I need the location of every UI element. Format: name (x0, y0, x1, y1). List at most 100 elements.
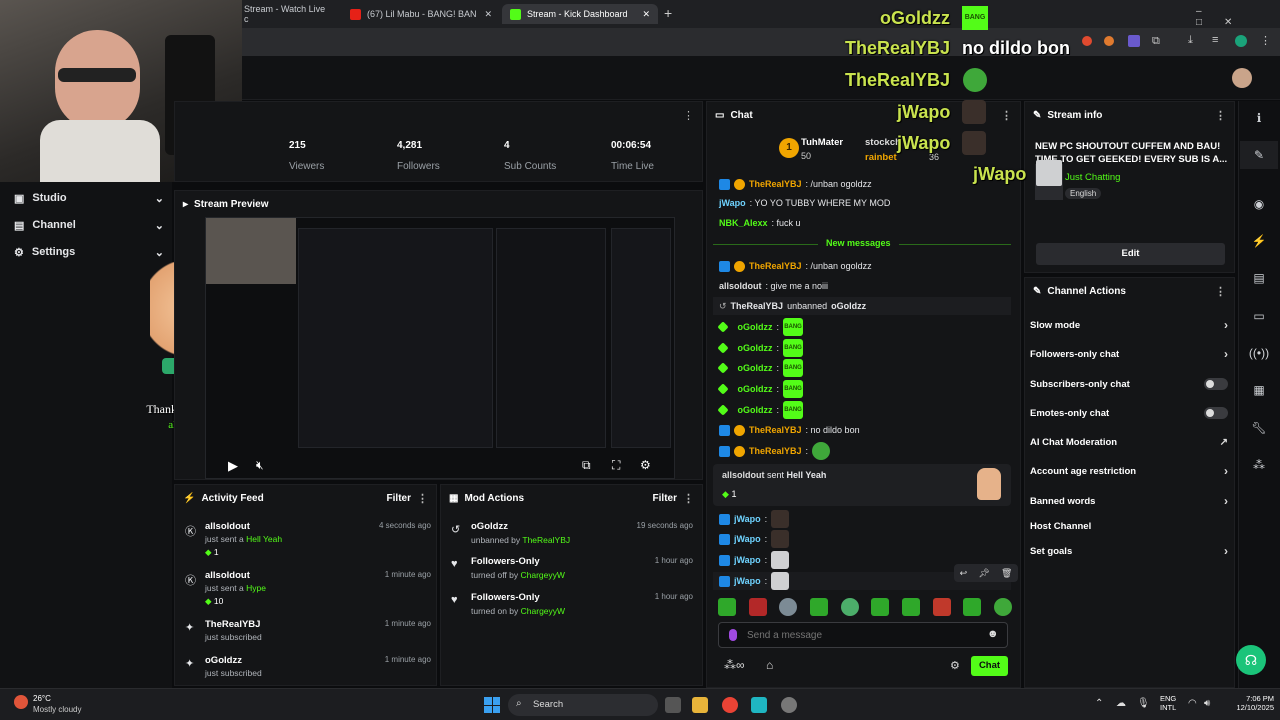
emoji-icon[interactable]: ☻ (987, 628, 999, 640)
emote-icon[interactable] (779, 598, 798, 616)
channel-action-emotes-only[interactable]: Emotes-only chat (1030, 404, 1228, 422)
reply-icon[interactable]: ↩ (960, 568, 968, 579)
channel-action-host-channel[interactable]: Host Channel (1030, 517, 1228, 535)
filter-button[interactable]: Filter (653, 493, 677, 504)
chevron-up-icon[interactable]: ⌃ (1095, 698, 1103, 709)
layout-icon[interactable]: ▦ (1240, 376, 1278, 404)
gear-icon[interactable]: ⚙ (950, 659, 960, 672)
volume-icon[interactable]: 🔊︎ (1204, 698, 1210, 709)
app-icon[interactable] (751, 697, 767, 713)
toggle-switch[interactable] (1204, 378, 1228, 390)
channel-action-set-goals[interactable]: Set goals › (1030, 542, 1228, 560)
file-explorer-icon[interactable] (692, 697, 708, 713)
close-icon[interactable]: ✕ (642, 9, 650, 20)
channel-action-account-age[interactable]: Account age restriction › (1030, 462, 1228, 480)
clipboard-icon[interactable]: ▤ (1240, 264, 1278, 292)
microphone-icon[interactable] (729, 629, 737, 641)
window-controls[interactable]: –□✕ (1196, 6, 1280, 28)
chat-message[interactable]: allsoldout: give me a noiii (719, 278, 828, 294)
mute-icon[interactable]: 🔇︎ (256, 458, 264, 473)
pip-icon[interactable]: ⧉ (582, 458, 591, 473)
new-tab-button[interactable]: + (664, 5, 672, 21)
puzzle-icon[interactable]: ⧉ (1152, 35, 1160, 48)
emote-icon[interactable] (748, 598, 767, 616)
wifi-icon[interactable]: ◠ (1188, 698, 1197, 709)
camera-icon[interactable]: ◉ (1240, 190, 1278, 218)
delete-icon[interactable]: 🗑︎ (1001, 568, 1012, 579)
more-options-icon[interactable]: ⋮ (683, 109, 694, 122)
sidebar-item-channel[interactable]: ▤ Channel ⌄ (14, 219, 164, 232)
chat-message[interactable]: TheRealYBJ: /unban ogoldzz (719, 176, 872, 192)
task-view-icon[interactable] (665, 697, 681, 713)
info-icon[interactable]: ℹ (1240, 104, 1278, 132)
emote-icon[interactable] (840, 598, 859, 616)
extension-icon[interactable] (1082, 36, 1092, 46)
send-chat-button[interactable]: Chat (971, 656, 1008, 676)
chat-message[interactable]: jWapo: (719, 572, 790, 590)
edit-button[interactable]: Edit (1036, 243, 1225, 265)
obs-icon[interactable] (781, 697, 797, 713)
chat-message[interactable]: TheRealYBJ: no dildo bon (719, 422, 860, 438)
sidebar-item-settings[interactable]: ⚙ Settings ⌄ (14, 246, 164, 259)
filter-button[interactable]: Filter (387, 493, 411, 504)
chat-icon[interactable]: ▭ (1240, 302, 1278, 330)
channel-action-subscribers-only[interactable]: Subscribers-only chat (1030, 375, 1228, 393)
cloud-icon[interactable]: ☁ (1116, 698, 1126, 709)
more-options-icon[interactable]: ⋮ (417, 492, 428, 505)
browser-tab[interactable]: (67) Lil Mabu - BANG! BAN ✕ (342, 4, 500, 24)
download-icon[interactable]: ⤓ (1188, 34, 1193, 47)
emote-icon[interactable] (993, 598, 1012, 616)
playlist-icon[interactable]: ≡ (1212, 34, 1218, 46)
emote-icon[interactable] (871, 598, 890, 616)
support-headset-icon[interactable]: ☊ (1236, 645, 1266, 675)
more-options-icon[interactable]: ⋮ (1001, 109, 1012, 122)
more-options-icon[interactable]: ⋮ (1215, 109, 1226, 122)
search-box[interactable]: ⌕ Search (508, 694, 658, 716)
browser-tab[interactable]: Stream - Watch Live c (236, 4, 336, 24)
chat-message[interactable]: TheRealYBJ: (719, 442, 831, 460)
microphone-icon[interactable]: 🎙︎ (1137, 698, 1150, 709)
windows-start-icon[interactable] (484, 697, 500, 713)
pin-icon[interactable]: 📌︎ (978, 568, 989, 579)
chat-message[interactable]: oGoldzz: BANG (717, 318, 804, 336)
channel-action-ai-moderation[interactable]: AI Chat Moderation ↗ (1030, 433, 1228, 451)
avatar[interactable] (1232, 68, 1252, 88)
chrome-icon[interactable] (722, 697, 738, 713)
channel-action-followers-only[interactable]: Followers-only chat › (1030, 345, 1228, 363)
emote-icon[interactable] (901, 598, 920, 616)
chat-message[interactable]: oGoldzz: BANG (717, 380, 804, 398)
emote-icon[interactable] (963, 598, 982, 616)
extension-icon[interactable] (1128, 35, 1140, 47)
chat-input[interactable] (747, 627, 977, 643)
clock[interactable]: 7:06 PM 12/10/2025 (1226, 694, 1274, 712)
profile-icon[interactable] (1235, 35, 1247, 47)
close-icon[interactable]: ✕ (484, 9, 492, 20)
broadcast-icon[interactable]: ((•)) (1240, 339, 1278, 367)
emote-icon[interactable] (809, 598, 828, 616)
chat-message[interactable]: jWapo: YO YO TUBBY WHERE MY MOD (719, 195, 890, 211)
kick-gift-message[interactable]: allsoldout sent Hell Yeah ◆ 1 (713, 464, 1011, 506)
browser-tab-active[interactable]: Stream - Kick Dashboard ✕ (502, 4, 658, 24)
wrench-icon[interactable]: 🔧︎ (1240, 414, 1278, 442)
toggle-switch[interactable] (1204, 407, 1228, 419)
extension-icon[interactable] (1104, 36, 1114, 46)
pencil-icon[interactable]: ✎ (1240, 141, 1278, 169)
channel-action-slow-mode[interactable]: Slow mode › (1030, 316, 1228, 334)
channel-action-banned-words[interactable]: Banned words › (1030, 492, 1228, 510)
users-icon[interactable]: ⁂∞ (724, 658, 745, 672)
fullscreen-icon[interactable]: ⛶ (612, 458, 620, 473)
stream-video[interactable]: ▶ 🔇︎ ⧉ ⛶ ⚙ (205, 217, 675, 479)
category-link[interactable]: Just Chatting (1065, 172, 1120, 183)
gear-icon[interactable]: ⚙ (640, 458, 651, 472)
more-options-icon[interactable]: ⋮ (1215, 285, 1226, 298)
language-indicator[interactable]: ENG INTL (1160, 694, 1176, 712)
chat-message[interactable]: NBK_Alexx: fuck u (719, 215, 801, 231)
bolt-icon[interactable]: ⚡ (1240, 227, 1278, 255)
chat-message[interactable]: jWapo: (719, 530, 790, 548)
more-options-icon[interactable]: ⋮ (683, 492, 694, 505)
play-button[interactable]: ▶ (228, 458, 238, 474)
chat-message[interactable]: TheRealYBJ: /unban ogoldzz (719, 258, 872, 274)
chat-message[interactable]: oGoldzz: BANG (717, 401, 804, 419)
chat-message[interactable]: jWapo: (719, 510, 790, 528)
chat-message[interactable]: oGoldzz: BANG (717, 359, 804, 377)
